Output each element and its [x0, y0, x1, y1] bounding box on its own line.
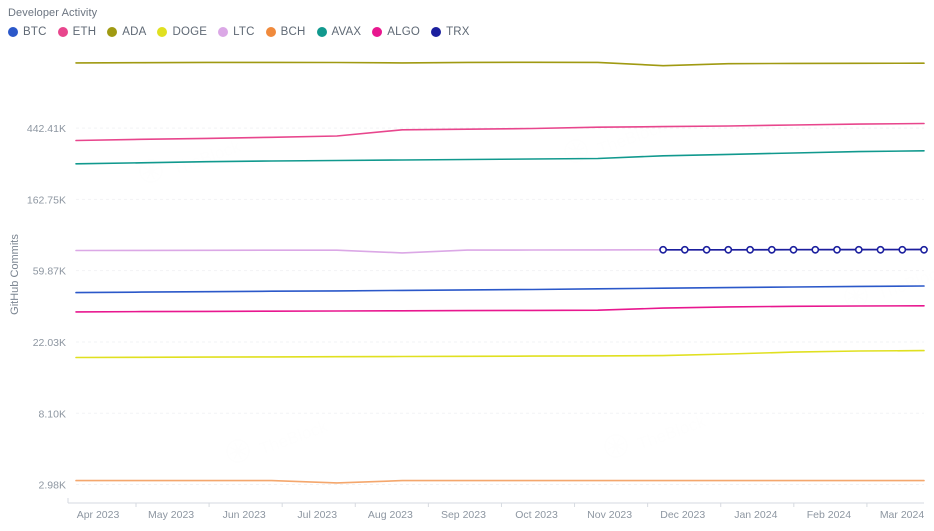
- watermark-text: TheBlock: [170, 136, 244, 178]
- y-axis-title: GitHub Commits: [9, 234, 21, 315]
- x-axis-tick-label: Jul 2023: [297, 509, 337, 521]
- developer-activity-chart: Developer Activity BTC ETH ADA DOGE LTC BCH AV…: [0, 0, 934, 531]
- watermark-logo-icon: [137, 157, 165, 185]
- series-line-ada: [75, 61, 925, 67]
- data-point-marker-trx[interactable]: [680, 245, 689, 254]
- x-axis-tick-label: Oct 2023: [515, 509, 558, 521]
- data-point-marker-trx[interactable]: [702, 245, 711, 254]
- data-point-marker-trx[interactable]: [898, 245, 907, 254]
- watermark-text: TheBlock: [635, 411, 709, 453]
- data-point-marker-trx[interactable]: [767, 245, 776, 254]
- data-point-marker-trx[interactable]: [833, 245, 841, 254]
- data-point-marker-trx[interactable]: [876, 245, 885, 254]
- x-axis-tick-label: Nov 2023: [587, 509, 632, 521]
- data-point-marker-trx[interactable]: [854, 245, 863, 254]
- y-axis-tick-label: 442.41K: [27, 123, 66, 135]
- data-point-marker-trx[interactable]: [920, 245, 928, 254]
- plot-area: TheBlock TheBlock TheBlock TheBlock TheBlock…: [0, 0, 934, 531]
- series-line-bch: [75, 479, 925, 484]
- data-point-marker-trx[interactable]: [659, 245, 667, 254]
- x-axis-tick-label: Dec 2023: [660, 509, 705, 521]
- data-point-marker-trx[interactable]: [811, 245, 820, 254]
- y-axis-tick-label: 2.98K: [39, 480, 66, 492]
- watermark-text: TheBlock: [595, 116, 669, 158]
- y-axis-tick-label: 22.03K: [33, 337, 66, 349]
- series-line-doge: [75, 349, 925, 359]
- series-line-algo: [75, 305, 925, 313]
- x-axis-tick-label: Apr 2023: [77, 509, 120, 521]
- watermark-logo-icon: [602, 432, 630, 460]
- x-axis-tick-label: Jun 2023: [223, 509, 266, 521]
- y-axis-tick-label: 8.10K: [39, 408, 66, 420]
- watermark-logo-icon: [224, 437, 252, 465]
- x-axis-tick-label: Jan 2024: [734, 509, 777, 521]
- data-point-marker-trx[interactable]: [746, 245, 754, 254]
- y-axis-tick-label: 162.75K: [27, 194, 66, 206]
- series-line-btc: [75, 285, 925, 294]
- x-axis-tick-label: Feb 2024: [807, 509, 852, 521]
- series-line-eth: [75, 122, 925, 142]
- data-point-marker-trx[interactable]: [724, 245, 733, 254]
- x-axis-tick-label: May 2023: [148, 509, 194, 521]
- watermark-text: TheBlock: [257, 416, 331, 458]
- watermark-logo-icon: [562, 137, 590, 165]
- x-axis-tick-label: Mar 2024: [880, 509, 925, 521]
- chart-svg: TheBlock TheBlock TheBlock TheBlock TheBlock…: [9, 61, 934, 521]
- data-point-marker-trx[interactable]: [789, 245, 798, 254]
- x-axis-tick-label: Sep 2023: [441, 509, 486, 521]
- y-axis-tick-label: 59.87K: [33, 266, 66, 278]
- x-axis-tick-label: Aug 2023: [368, 509, 413, 521]
- watermark-text: TheBlock: [875, 261, 934, 303]
